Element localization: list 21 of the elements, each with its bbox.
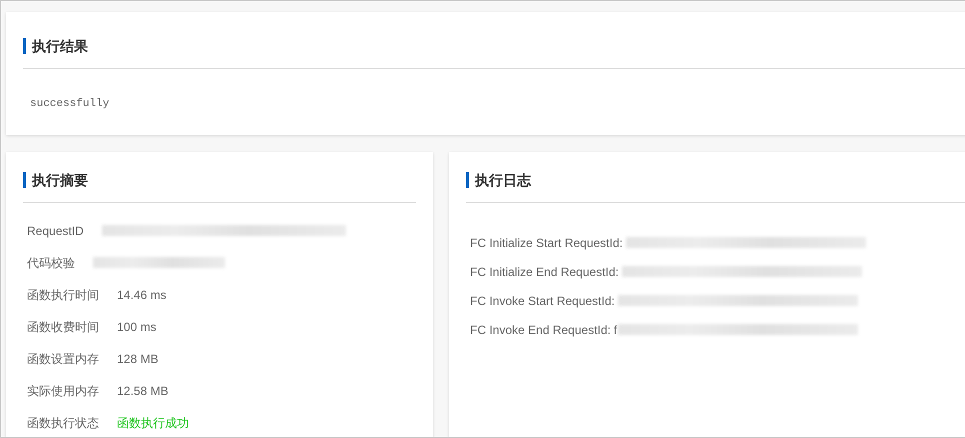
log-label: FC Initialize Start RequestId: <box>470 234 623 252</box>
status-value: 函数执行成功 <box>117 414 189 432</box>
field-label: RequestID <box>27 222 84 240</box>
log-label: FC Initialize End RequestId: <box>470 264 619 280</box>
field-value: 14.46 ms <box>117 286 166 304</box>
log-label: FC Invoke Start RequestId: <box>470 292 615 310</box>
field-label: 函数设置内存 <box>27 350 99 368</box>
field-label: 函数执行时间 <box>27 286 99 304</box>
log-label: FC Invoke End RequestId: <box>470 322 611 338</box>
panel-title: 执行摘要 <box>23 172 416 188</box>
panel-title: 执行日志 <box>466 172 965 188</box>
field-label: 代码校验 <box>27 254 75 272</box>
panel-title: 执行结果 <box>23 38 965 54</box>
field-label: 实际使用内存 <box>27 382 99 400</box>
result-output: successfully <box>30 97 110 112</box>
field-value: 128 MB <box>117 350 158 368</box>
field-label: 函数执行状态 <box>27 414 99 432</box>
field-value: 12.58 MB <box>117 382 168 400</box>
field-value: 100 ms <box>117 318 156 336</box>
field-label: 函数收费时间 <box>27 318 99 336</box>
log-value: f <box>614 322 618 338</box>
